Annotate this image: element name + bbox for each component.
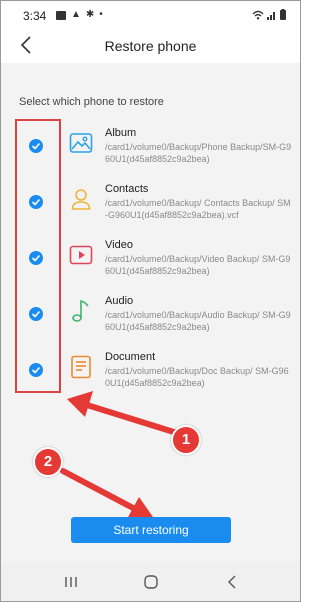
document-icon	[71, 355, 91, 379]
system-icons	[252, 9, 286, 20]
item-name: Contacts	[105, 183, 149, 195]
step-2-badge: 2	[33, 447, 63, 477]
wifi-icon	[252, 10, 264, 19]
notification-icons: ▲ ✱ •	[56, 10, 103, 20]
step-1-badge: 1	[171, 425, 201, 455]
navigation-bar	[1, 563, 300, 601]
checkbox-highlight-box	[15, 119, 61, 393]
item-path: /card1/volume0/Backup/Audio Backup/ SM-G…	[105, 310, 291, 332]
phone-screen: 3:34 ▲ ✱ • Restore phone Select which ph…	[0, 0, 301, 602]
app-bar: Restore phone	[1, 29, 300, 63]
video-icon	[69, 245, 93, 265]
recent-apps-icon[interactable]	[61, 572, 81, 592]
back-icon[interactable]	[223, 572, 243, 592]
battery-icon	[280, 9, 286, 20]
item-path: /card1/volume0/Backup/ Contacts Backup/ …	[105, 198, 291, 220]
signal-icon	[267, 11, 275, 20]
item-path: /card1/volume0/Backup/Phone Backup/SM-G9…	[105, 142, 292, 164]
page-title: Restore phone	[104, 38, 197, 54]
item-name: Video	[105, 239, 133, 251]
album-icon	[69, 133, 93, 153]
status-bar: 3:34 ▲ ✱ •	[1, 1, 300, 29]
settings-notification-icon: ✱	[85, 9, 95, 20]
app-notification-icon: ▲	[71, 9, 81, 20]
item-path: /card1/volume0/Backup/Doc Backup/ SM-G96…	[105, 366, 289, 388]
gallery-notification-icon	[56, 10, 66, 20]
start-restoring-button[interactable]: Start restoring	[71, 517, 231, 543]
dot-icon: •	[99, 9, 103, 20]
item-name: Document	[105, 351, 156, 363]
home-icon[interactable]	[141, 572, 161, 592]
item-path: /card1/volume0/Backup/Video Backup/ SM-G…	[105, 254, 291, 276]
contacts-icon	[71, 189, 91, 210]
item-name: Audio	[105, 295, 134, 307]
status-time: 3:34	[23, 9, 47, 23]
section-title: Select which phone to restore	[19, 96, 164, 108]
audio-icon	[72, 299, 89, 322]
item-name: Album	[105, 127, 137, 139]
